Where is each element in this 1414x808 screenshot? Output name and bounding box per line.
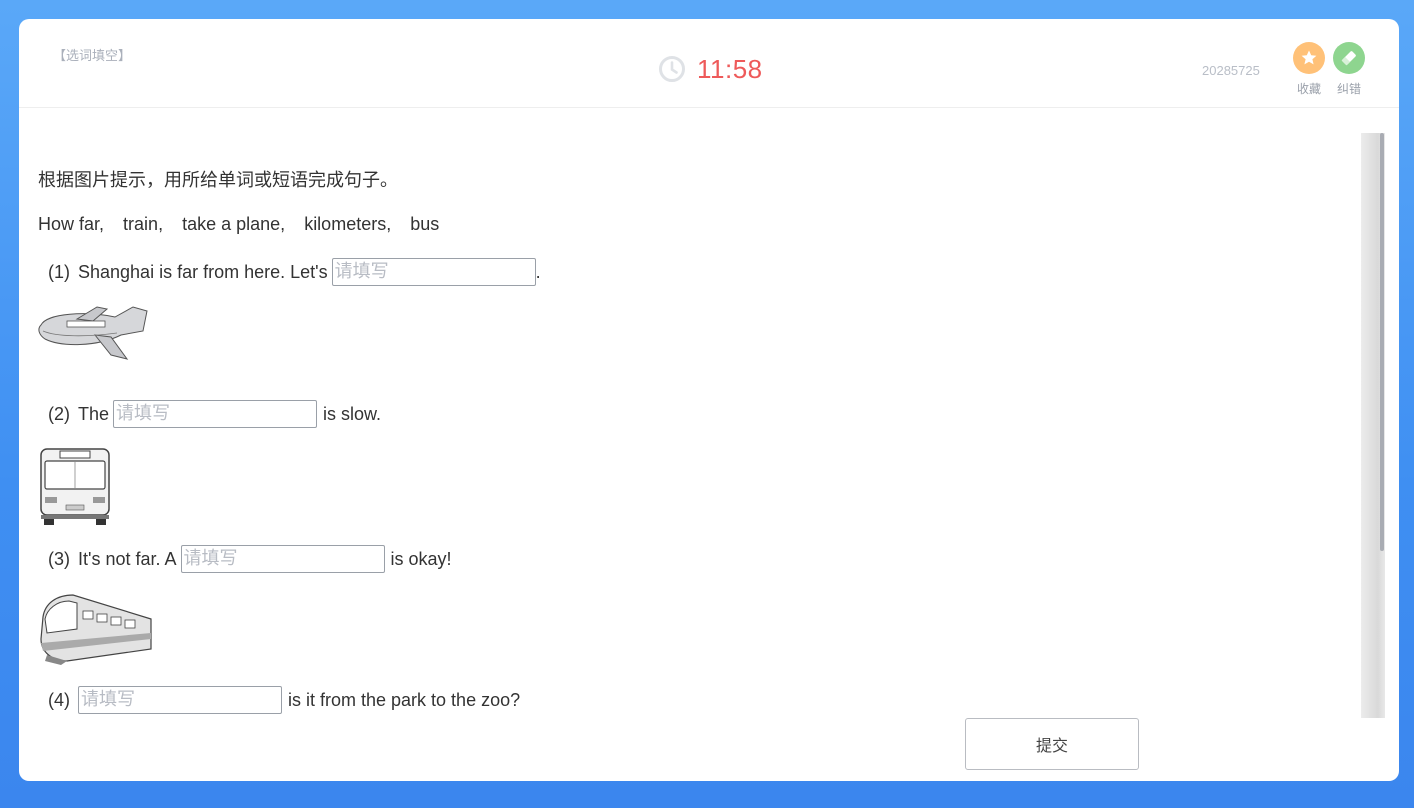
eraser-icon [1341,51,1356,66]
question-type-label: 【选词填空】 [53,48,132,63]
train-image [40,594,152,665]
bus-image [40,448,110,525]
word-bank-item: train, [123,214,164,234]
answer-input-4[interactable]: 请填写 [78,686,282,714]
scrollbar-thumb[interactable] [1380,133,1384,551]
question-text-after: is it from the park to the zoo? [288,689,521,710]
favorite-label: 收藏 [1296,82,1321,96]
question-number: (3) [48,548,70,569]
instruction-text: 根据图片提示，用所给单词或短语完成句子。 [38,170,398,190]
correction-label: 纠错 [1336,82,1361,96]
header-bar: 【选词填空】 11:58 20285725 收藏 纠错 [19,19,1399,108]
question-number: (1) [48,261,70,282]
scrollbar[interactable] [1361,133,1385,718]
submit-button[interactable]: 提交 [965,718,1139,770]
question-number: (4) [48,689,70,710]
question-text: Shanghai is far from here. Let's [78,261,328,282]
word-bank: How far, train, take a plane, kilometers… [38,214,453,235]
question-text-after: is slow. [323,403,382,424]
favorite-circle [1293,42,1325,74]
question-1: (1) Shanghai is far from here. Let's 请填写… [48,258,541,286]
question-card: 【选词填空】 11:58 20285725 收藏 纠错 根据图片提示，用所给单词… [19,19,1399,781]
favorite-button[interactable]: 收藏 [1291,42,1327,97]
question-text: The [78,403,110,424]
word-bank-item: How far, [38,214,105,234]
word-bank-item: bus [410,214,440,234]
answer-input-3[interactable]: 请填写 [180,545,385,573]
word-bank-item: kilometers, [304,214,392,234]
question-text: It's not far. A [78,548,177,569]
answer-input-1[interactable]: 请填写 [331,258,536,286]
answer-input-2[interactable]: 请填写 [113,400,318,428]
question-text-after: is okay! [390,548,452,569]
question-content: 根据图片提示，用所给单词或短语完成句子。 How far, train, tak… [19,108,1361,718]
star-icon [1301,50,1317,65]
question-3: (3) It's not far. A 请填写 is okay! [48,545,452,573]
correction-circle [1333,42,1365,74]
question-id: 20285725 [1202,63,1260,78]
clock-icon [659,56,685,82]
word-bank-item: take a plane, [182,214,286,234]
question-2: (2) The 请填写 is slow. [48,400,381,428]
countdown-timer: 11:58 [697,54,763,84]
question-number: (2) [48,403,70,424]
correction-button[interactable]: 纠错 [1331,42,1367,97]
airplane-image [38,306,148,360]
question-4: (4) 请填写 is it from the park to the zoo? [48,686,520,714]
question-text-after: . [535,261,541,282]
